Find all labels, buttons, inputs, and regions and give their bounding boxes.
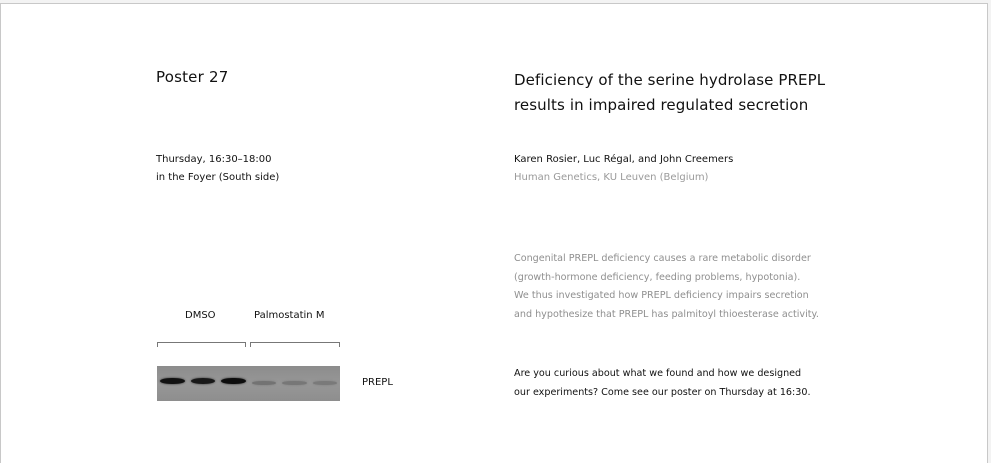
blot-band: [251, 381, 276, 385]
blot-band: [221, 377, 246, 385]
invitation-line: our experiments? Come see our poster on …: [514, 386, 811, 398]
author-block: Karen Rosier, Luc Régal, and John Creeme…: [514, 151, 733, 187]
session-location: in the Foyer (South side): [156, 172, 280, 183]
poster-number: Poster 27: [156, 68, 229, 86]
poster-abstract-page: Poster 27 Thursday, 16:30–18:00 in the F…: [0, 3, 988, 463]
abstract-line: (growth-hormone deficiency, feeding prob…: [514, 271, 801, 283]
lane-group-label-dmso: DMSO: [185, 310, 216, 321]
abstract-text: Congenital PREPL deficiency causes a rar…: [514, 250, 819, 324]
lane-group-bracket-palmostatin: [250, 342, 340, 347]
blot-band: [190, 377, 215, 385]
session-info: Thursday, 16:30–18:00 in the Foyer (Sout…: [156, 151, 279, 187]
abstract-line: We thus investigated how PREPL deficienc…: [514, 290, 809, 301]
band-label: PREPL: [362, 377, 393, 388]
blot-band: [312, 381, 337, 385]
session-time: Thursday, 16:30–18:00: [156, 154, 272, 165]
blot-band: [160, 377, 185, 385]
title-line: results in impaired regulated secretion: [514, 96, 809, 114]
authors: Karen Rosier, Luc Régal, and John Creeme…: [514, 154, 734, 165]
lane-group-label-palmostatin: Palmostatin M: [254, 310, 325, 321]
lane-group-bracket-dmso: [157, 342, 246, 347]
invitation-text: Are you curious about what we found and …: [514, 365, 811, 402]
western-blot-image: [157, 366, 340, 401]
abstract-line: and hypothesize that PREPL has palmitoyl…: [514, 308, 819, 320]
poster-title: Deficiency of the serine hydrolase PREPL…: [514, 68, 825, 118]
invitation-line: Are you curious about what we found and …: [514, 368, 802, 379]
title-line: Deficiency of the serine hydrolase PREPL: [514, 71, 826, 89]
affiliation: Human Genetics, KU Leuven (Belgium): [514, 172, 709, 183]
abstract-line: Congenital PREPL deficiency causes a rar…: [514, 253, 811, 264]
blot-band: [282, 381, 307, 385]
